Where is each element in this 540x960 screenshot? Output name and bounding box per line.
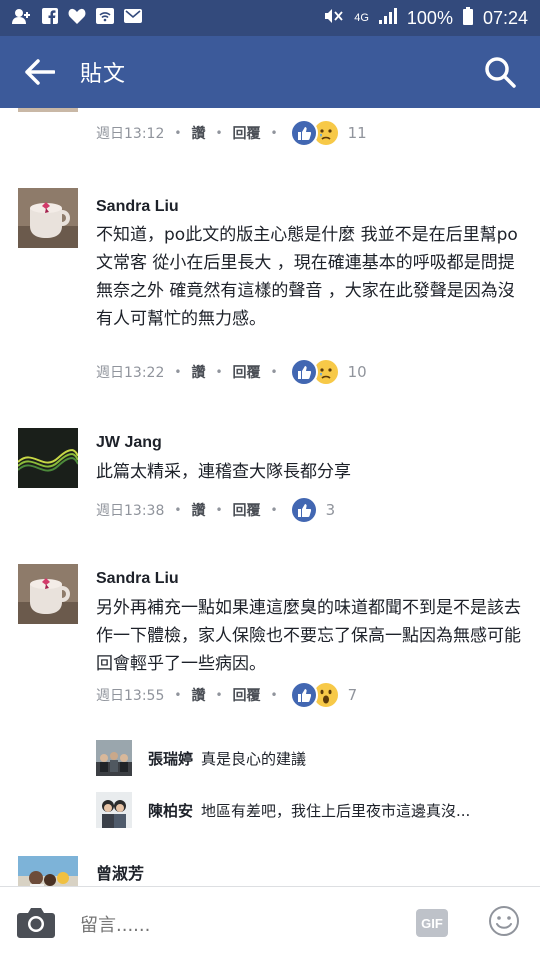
camera-button[interactable] xyxy=(16,905,56,941)
reactions[interactable]: 7 xyxy=(289,681,358,709)
reply-text: 真是良心的建議 xyxy=(201,749,307,768)
reaction-count: 3 xyxy=(325,501,336,519)
avatar[interactable] xyxy=(18,564,78,624)
comment-author[interactable]: 曾淑芳 xyxy=(96,860,144,884)
arrow-left-icon xyxy=(25,59,55,85)
search-button[interactable] xyxy=(478,50,522,94)
separator-dot: • xyxy=(215,503,223,517)
camera-icon xyxy=(17,908,55,938)
comment-meta: 週日13:55 • 讚 • 回覆 • 7 xyxy=(96,681,358,709)
reply-author[interactable]: 張瑞婷 xyxy=(148,748,193,769)
like-link[interactable]: 讚 xyxy=(191,123,205,143)
mute-icon xyxy=(322,8,344,28)
clock: 07:24 xyxy=(482,7,528,28)
avatar[interactable] xyxy=(96,792,132,828)
reply-link[interactable]: 回覆 xyxy=(233,123,261,143)
avatar[interactable] xyxy=(96,740,132,776)
gif-button[interactable]: GIF xyxy=(416,909,448,937)
reply-link[interactable]: 回覆 xyxy=(233,362,261,382)
separator-dot: • xyxy=(215,688,223,702)
separator-dot: • xyxy=(174,126,182,140)
avatar[interactable] xyxy=(18,856,78,886)
reaction-count: 7 xyxy=(347,686,358,704)
like-reaction-icon xyxy=(289,681,318,709)
page-title: 貼文 xyxy=(80,62,127,87)
battery-percent: 100% xyxy=(406,7,453,28)
reply-text: 地區有差吧，我住上后里夜市這邊真沒... xyxy=(201,801,471,820)
avatar[interactable] xyxy=(18,108,78,112)
status-bar-right: 4G 100% 07:24 xyxy=(322,7,528,29)
separator-dot: • xyxy=(174,365,182,379)
mail-icon xyxy=(124,9,142,27)
battery-icon xyxy=(462,7,473,29)
separator-dot: • xyxy=(270,503,278,517)
comment-author[interactable]: Sandra Liu xyxy=(96,198,179,216)
comment-text: 另外再補充一點如果連這麼臭的味道都聞不到是不是該去作一下體檢，家人保險也不要忘了… xyxy=(96,598,521,674)
facebook-icon xyxy=(42,8,58,28)
reply-item[interactable]: 張瑞婷 真是良心的建議 xyxy=(96,738,306,778)
wifi-icon xyxy=(96,8,114,28)
separator-dot: • xyxy=(270,365,278,379)
reactions[interactable]: 11 xyxy=(289,119,367,147)
reactions[interactable]: 10 xyxy=(289,358,367,386)
comment-author[interactable]: JW Jang xyxy=(96,434,162,452)
comment-feed[interactable]: 週日13:12 • 讚 • 回覆 • 11 Sandra Liu 不知道，po此… xyxy=(0,108,540,886)
signal-icon xyxy=(378,8,397,28)
comment-meta: 週日13:38 • 讚 • 回覆 • 3 xyxy=(96,496,336,524)
like-link[interactable]: 讚 xyxy=(191,685,205,705)
add-friend-icon xyxy=(12,8,32,28)
reactions[interactable]: 3 xyxy=(289,496,336,524)
separator-dot: • xyxy=(215,365,223,379)
separator-dot: • xyxy=(270,126,278,140)
separator-dot: • xyxy=(174,503,182,517)
comment-author[interactable]: Sandra Liu xyxy=(96,570,179,588)
emoji-button[interactable] xyxy=(488,905,520,937)
reply-link[interactable]: 回覆 xyxy=(233,500,261,520)
comment-text: 不知道，po此文的版主心態是什麼 我並不是在后里幫po文常客 從小在后里長大 ，… xyxy=(96,225,518,329)
reply-item[interactable]: 陳柏安 地區有差吧，我住上后里夜市這邊真沒... xyxy=(96,790,470,830)
like-reaction-icon xyxy=(289,358,318,386)
comment-meta: 週日13:22 • 讚 • 回覆 • 10 xyxy=(96,358,367,386)
comment-text: 此篇太精采，連稽查大隊長都分享 xyxy=(96,462,351,482)
like-reaction-icon xyxy=(289,119,318,147)
comment-meta: 週日13:12 • 讚 • 回覆 • 11 xyxy=(96,119,367,147)
avatar[interactable] xyxy=(18,188,78,248)
comment-time: 週日13:38 xyxy=(96,503,165,519)
comment-time: 週日13:12 xyxy=(96,126,165,142)
reply-link[interactable]: 回覆 xyxy=(233,685,261,705)
comment-composer: GIF xyxy=(0,886,540,960)
status-bar: 4G 100% 07:24 xyxy=(0,0,540,36)
avatar[interactable] xyxy=(18,428,78,488)
separator-dot: • xyxy=(270,688,278,702)
comment-input[interactable] xyxy=(78,909,382,941)
separator-dot: • xyxy=(215,126,223,140)
network-type: 4G xyxy=(354,11,369,24)
like-link[interactable]: 讚 xyxy=(191,500,205,520)
back-button[interactable] xyxy=(0,36,80,108)
app-bar: 貼文 xyxy=(0,36,540,108)
search-icon xyxy=(485,57,516,88)
status-bar-left xyxy=(12,8,142,28)
reply-author[interactable]: 陳柏安 xyxy=(148,800,193,821)
reaction-count: 10 xyxy=(347,363,367,381)
like-link[interactable]: 讚 xyxy=(191,362,205,382)
comment-time: 週日13:55 xyxy=(96,688,165,704)
reaction-count: 11 xyxy=(347,124,367,142)
separator-dot: • xyxy=(174,688,182,702)
heart-icon xyxy=(68,8,86,28)
like-reaction-icon xyxy=(289,496,318,524)
comment-time: 週日13:22 xyxy=(96,365,165,381)
smiley-icon xyxy=(489,906,519,936)
